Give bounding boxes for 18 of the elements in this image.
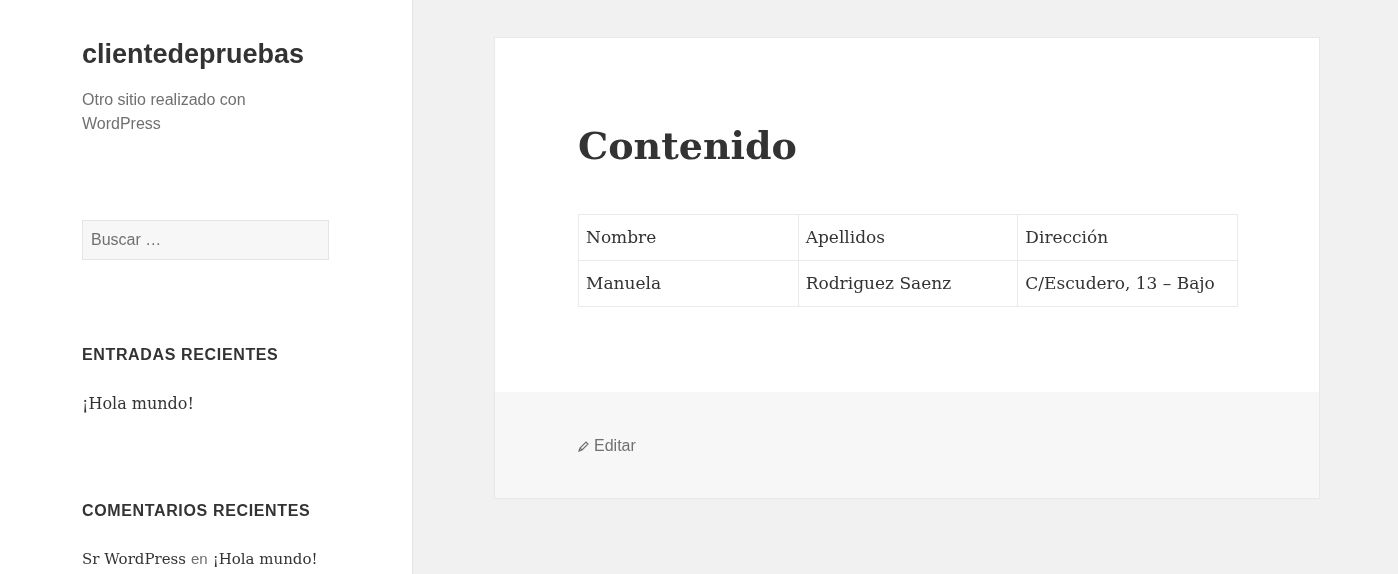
pencil-icon (578, 440, 590, 452)
edit-link[interactable]: Editar (578, 434, 636, 458)
post-title: Contenido (578, 122, 798, 170)
table-cell: Dirección (1017, 214, 1238, 261)
search-field[interactable]: Buscar … (82, 220, 329, 260)
comment-post-link[interactable]: ¡Hola mundo! (212, 548, 318, 571)
comment-author-link[interactable]: Sr WordPress (82, 548, 186, 571)
table-cell: C/Escudero, 13 – Bajo (1017, 260, 1238, 307)
widget-heading: ENTRADAS RECIENTES (82, 345, 280, 365)
site-description: Otro sitio realizado con WordPress (82, 90, 247, 134)
recent-post-link[interactable]: ¡Hola mundo! (82, 392, 194, 416)
table-cell: Manuela (578, 260, 799, 307)
comment-connector: en (190, 549, 208, 569)
widget-heading: COMENTARIOS RECIENTES (82, 501, 312, 521)
table-cell: Apellidos (798, 214, 1018, 261)
site-title[interactable]: clientedepruebas (82, 36, 412, 72)
table-cell: Nombre (578, 214, 799, 261)
table-cell: Rodriguez Saenz (798, 260, 1018, 307)
